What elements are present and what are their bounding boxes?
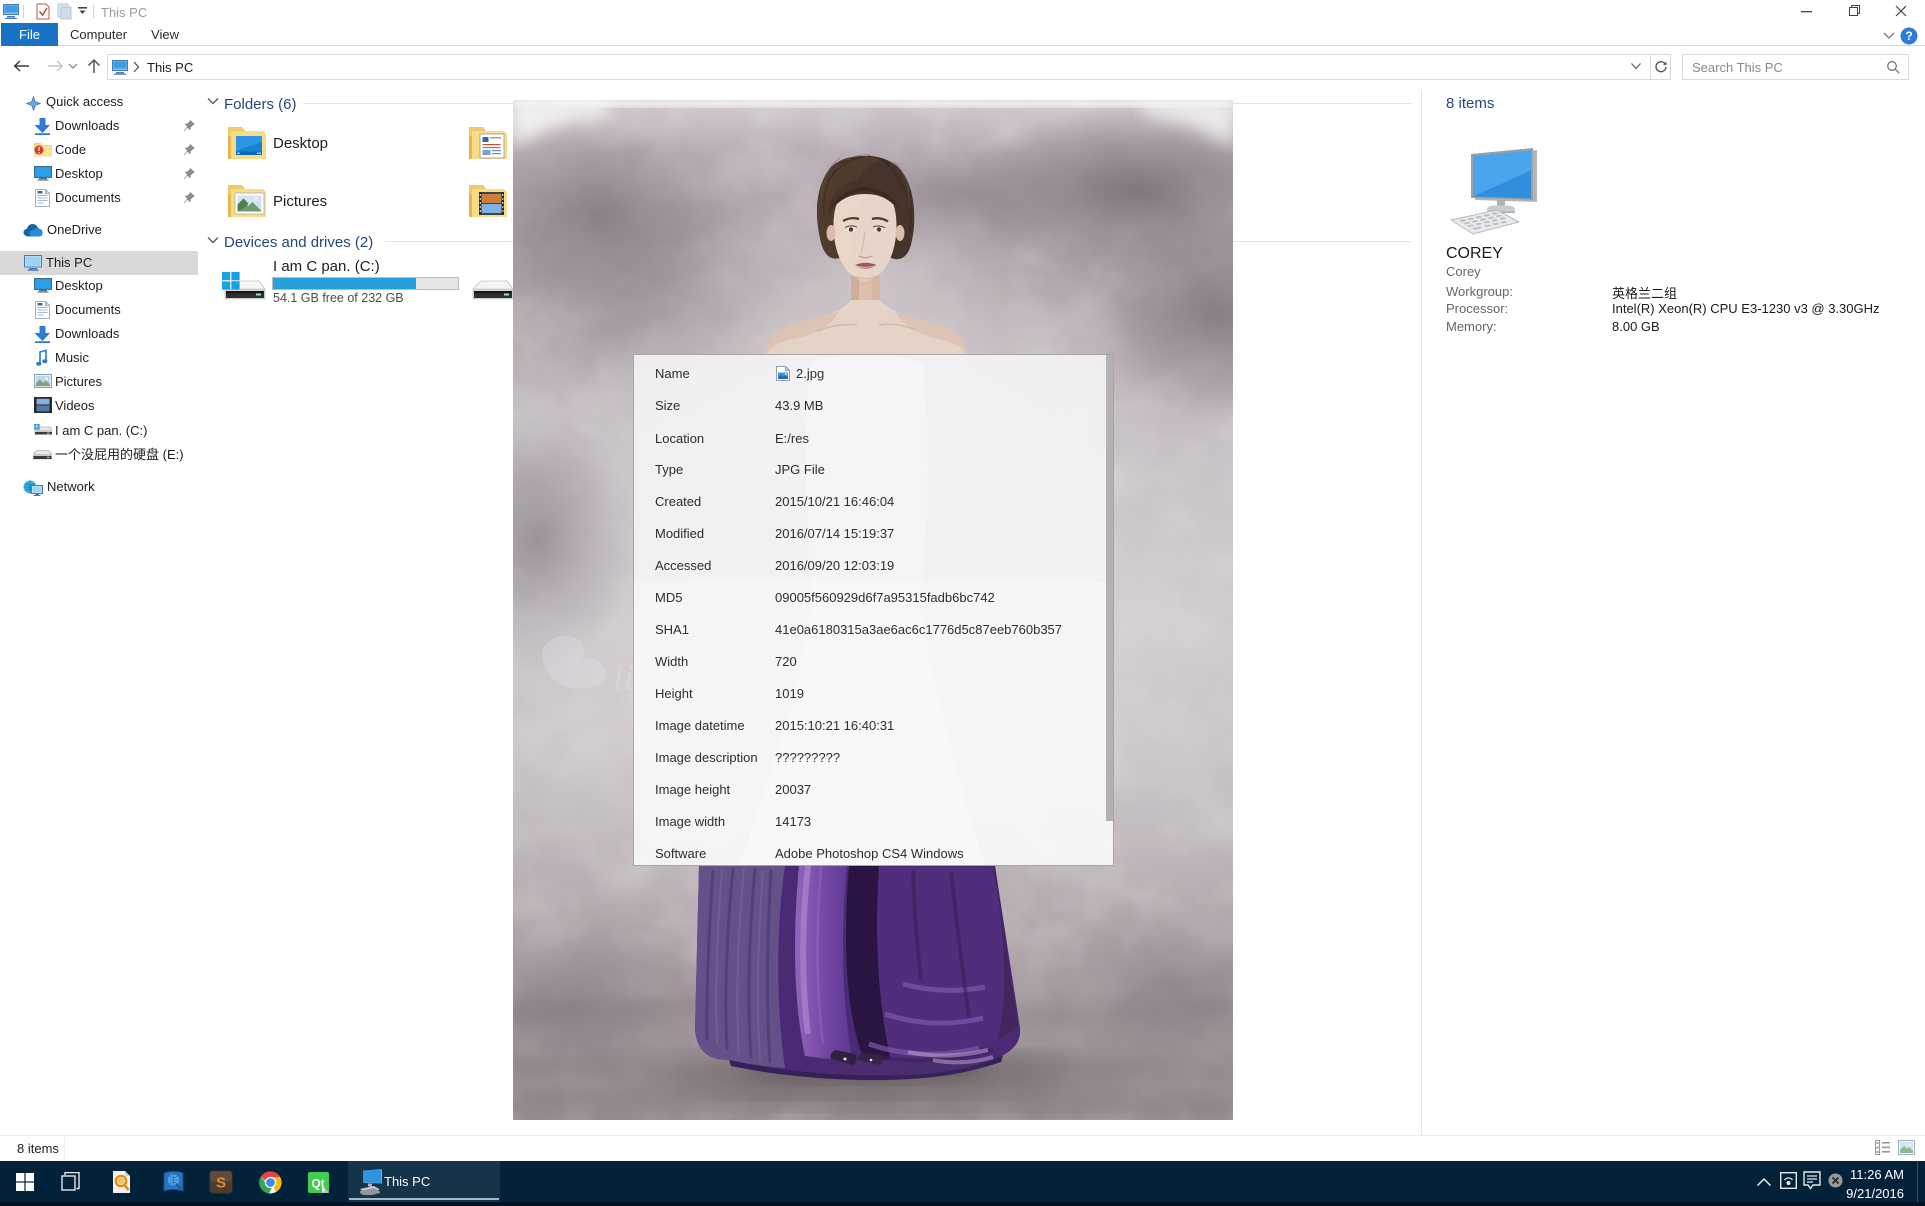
svg-text:A: A: [483, 137, 488, 144]
svg-text:S: S: [216, 1175, 226, 1192]
svg-text:?: ?: [1905, 29, 1912, 43]
svg-text:li: li: [613, 657, 634, 699]
